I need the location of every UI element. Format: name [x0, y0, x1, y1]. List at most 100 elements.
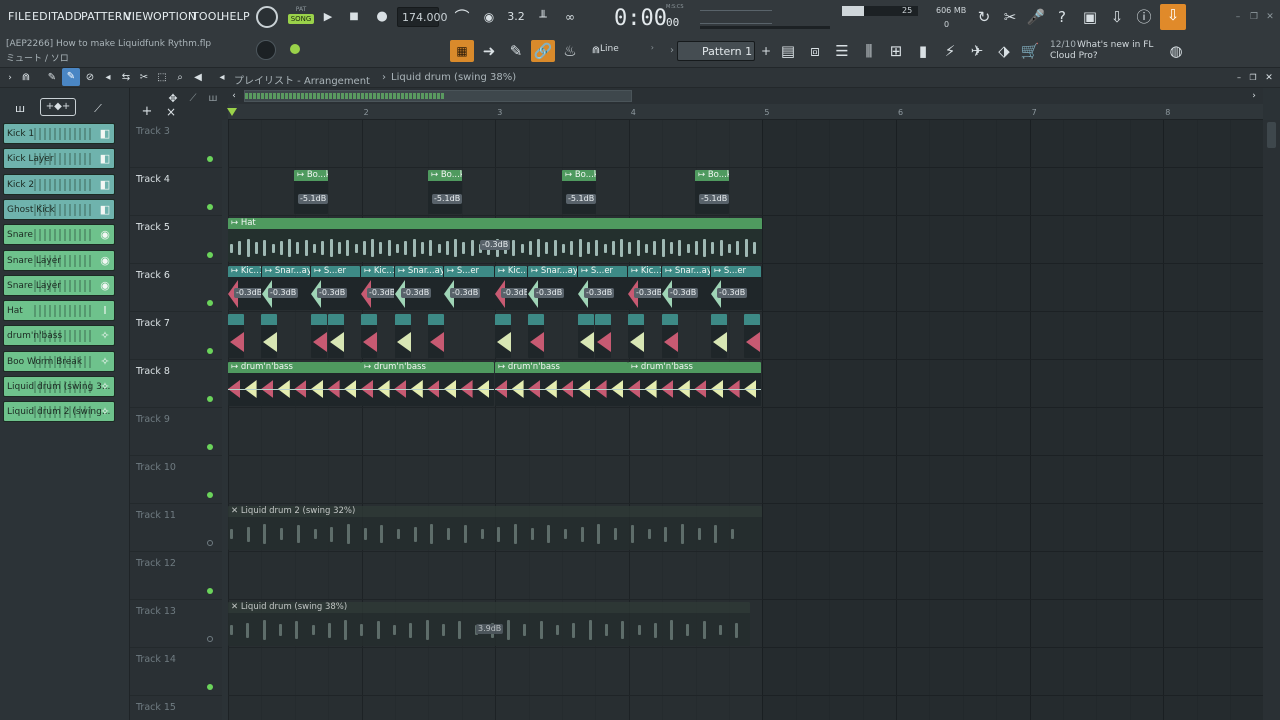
- pattern-clip[interactable]: ↦ Snar...ayer -0.3dB: [262, 266, 310, 310]
- track-header[interactable]: Track 14: [130, 648, 222, 696]
- save-icon[interactable]: ▣: [1078, 6, 1102, 28]
- track-mute-led[interactable]: [207, 588, 213, 594]
- channel-item[interactable]: Hat I: [3, 300, 115, 322]
- pattern-clip[interactable]: ✕ Liquid drum 2 (swing 32%): [228, 506, 762, 550]
- pattern-view-icon[interactable]: +◆+: [40, 98, 76, 116]
- track-header[interactable]: Track 3: [130, 120, 222, 168]
- pattern-clip[interactable]: [578, 314, 594, 358]
- pattern-clip[interactable]: ↦ Kic..1 -0.3dB: [361, 266, 394, 310]
- channel-item[interactable]: Kick 1 ◧: [3, 123, 115, 144]
- channel-item[interactable]: Snare Layer ◉: [3, 274, 115, 296]
- track-header[interactable]: Track 4: [130, 168, 222, 216]
- pattern-clip[interactable]: ↦ Kic..1 -0.3dB: [628, 266, 661, 310]
- channel-knob[interactable]: [256, 40, 276, 60]
- snap-selector[interactable]: Line ›: [600, 43, 658, 59]
- menu-option[interactable]: OPTION: [153, 10, 196, 23]
- pattern-clip[interactable]: ↦ Snar...ayer -0.3dB: [662, 266, 710, 310]
- pattern-clip[interactable]: [311, 314, 327, 358]
- panel-close-icon[interactable]: ✕: [1262, 67, 1276, 89]
- curve-icon[interactable]: ⟋: [184, 88, 202, 110]
- move-icon[interactable]: ✥: [164, 88, 182, 110]
- pattern-clip[interactable]: [662, 314, 678, 358]
- pattern-clip[interactable]: ↦ S...er -0.3dB: [311, 266, 360, 310]
- track-mute-led[interactable]: [207, 492, 213, 498]
- panel-minimize-icon[interactable]: –: [1232, 67, 1246, 89]
- pattern-selector[interactable]: Pattern 1: [677, 41, 755, 61]
- track-mute-led[interactable]: [207, 444, 213, 450]
- pattern-clip[interactable]: [361, 314, 377, 358]
- step-edit-icon[interactable]: ╨: [531, 6, 555, 28]
- pat-song-toggle[interactable]: PAT SONG: [288, 6, 314, 28]
- track-mute-led[interactable]: [207, 300, 213, 306]
- news-line2[interactable]: Cloud Pro?: [1050, 51, 1098, 61]
- pattern-clip[interactable]: [744, 314, 760, 358]
- track-header[interactable]: Track 13: [130, 600, 222, 648]
- playhead-marker[interactable]: [227, 108, 237, 116]
- track-mute-led[interactable]: [207, 156, 213, 162]
- pattern-clip[interactable]: ↦ Snar...ayer -0.3dB: [395, 266, 443, 310]
- pattern-clip[interactable]: ↦ Kic..1 -0.3dB: [495, 266, 527, 310]
- track-header[interactable]: Track 7: [130, 312, 222, 360]
- faders-icon[interactable]: ⫼: [857, 40, 881, 62]
- master-pitch-slider[interactable]: [700, 26, 830, 29]
- cut-icon[interactable]: ✂: [998, 6, 1022, 28]
- pattern-clip[interactable]: [328, 314, 344, 358]
- pattern-clip[interactable]: [395, 314, 411, 358]
- undo-icon[interactable]: ↻: [972, 6, 996, 28]
- playlist-menu-icon[interactable]: ›: [2, 67, 18, 89]
- channel-item[interactable]: Liquid drum 2 (swing... ✧: [3, 401, 115, 423]
- wait-record-icon[interactable]: ◉: [477, 6, 501, 28]
- pattern-clip[interactable]: [711, 314, 727, 358]
- help-icon[interactable]: ?: [1050, 6, 1074, 28]
- info-icon[interactable]: ⓘ: [1132, 6, 1156, 28]
- zoom-tool-icon[interactable]: ⌕: [172, 67, 188, 89]
- menu-edit[interactable]: EDIT: [32, 10, 58, 23]
- channel-item[interactable]: drum'n'bass ✧: [3, 325, 115, 347]
- news-line1[interactable]: What's new in FL: [1077, 40, 1153, 50]
- playlist-view-icon[interactable]: ▦: [450, 40, 474, 62]
- play-icon[interactable]: ▶: [316, 6, 340, 28]
- tempo-display[interactable]: 174.000: [397, 7, 448, 27]
- pattern-clip[interactable]: [628, 314, 644, 358]
- render-icon[interactable]: ⇩: [1105, 6, 1129, 28]
- track-header[interactable]: Track 12: [130, 552, 222, 600]
- pattern-clip[interactable]: ↦ Bo...k -5.1dB: [428, 170, 462, 214]
- channel-item[interactable]: Ghost Kick ◧: [3, 198, 115, 220]
- channel-item[interactable]: Boo Worm Break ✧: [3, 350, 115, 372]
- link-icon[interactable]: 🔗: [531, 40, 555, 62]
- menu-add[interactable]: ADD: [57, 10, 82, 23]
- metronome-icon[interactable]: ⌒: [450, 6, 474, 28]
- select-tool-icon[interactable]: ⬚: [154, 67, 170, 89]
- pattern-clip[interactable]: ↦ drum'n'bass: [361, 362, 494, 406]
- playlist-grid[interactable]: ↦ Bo...k -5.1dB ↦ Bo...k -5.1dB ↦ Bo...k -5.1…: [228, 120, 1263, 720]
- overview-bar[interactable]: ‹ ›: [228, 88, 1263, 104]
- track-mute-led[interactable]: [207, 684, 213, 690]
- menu-tool[interactable]: TOOL: [192, 10, 223, 23]
- overview-scrollbar[interactable]: [244, 90, 632, 102]
- pattern-clip[interactable]: [428, 314, 444, 358]
- track-header[interactable]: Track 10: [130, 456, 222, 504]
- master-volume-knob[interactable]: [256, 6, 278, 28]
- slice-tool-icon[interactable]: ✂: [136, 67, 152, 89]
- pattern-clip[interactable]: [495, 314, 511, 358]
- track-header[interactable]: Track 9: [130, 408, 222, 456]
- pattern-clip[interactable]: [595, 314, 611, 358]
- menu-view[interactable]: VIEW: [124, 10, 153, 23]
- tempo-tap-icon[interactable]: ✈: [965, 40, 989, 62]
- pattern-clip-row[interactable]: ↦ Kic..1-0.3dB↦ Snar...ayer-0.3dB↦ S...e…: [228, 266, 762, 310]
- channel-rack-icon[interactable]: ▤: [776, 40, 800, 62]
- globe-icon[interactable]: ◍: [1164, 40, 1188, 62]
- track-mute-led[interactable]: [207, 540, 213, 546]
- stamp-icon[interactable]: ♨: [558, 40, 582, 62]
- arrow-right-icon[interactable]: ➜: [477, 40, 501, 62]
- mute-tool-icon[interactable]: ◂: [100, 67, 116, 89]
- channel-item[interactable]: Snare Layer ◉: [3, 249, 115, 271]
- pattern-clip[interactable]: [528, 314, 544, 358]
- track-mute-led[interactable]: [207, 396, 213, 402]
- track-mute-led[interactable]: [207, 348, 213, 354]
- channel-view-icon[interactable]: ш: [8, 98, 32, 120]
- add-pattern-icon[interactable]: +: [754, 40, 778, 62]
- track-header[interactable]: Track 6: [130, 264, 222, 312]
- paint-tool-icon[interactable]: ✎: [62, 68, 80, 86]
- pattern-clip[interactable]: ↦ Bo...k -5.1dB: [294, 170, 328, 214]
